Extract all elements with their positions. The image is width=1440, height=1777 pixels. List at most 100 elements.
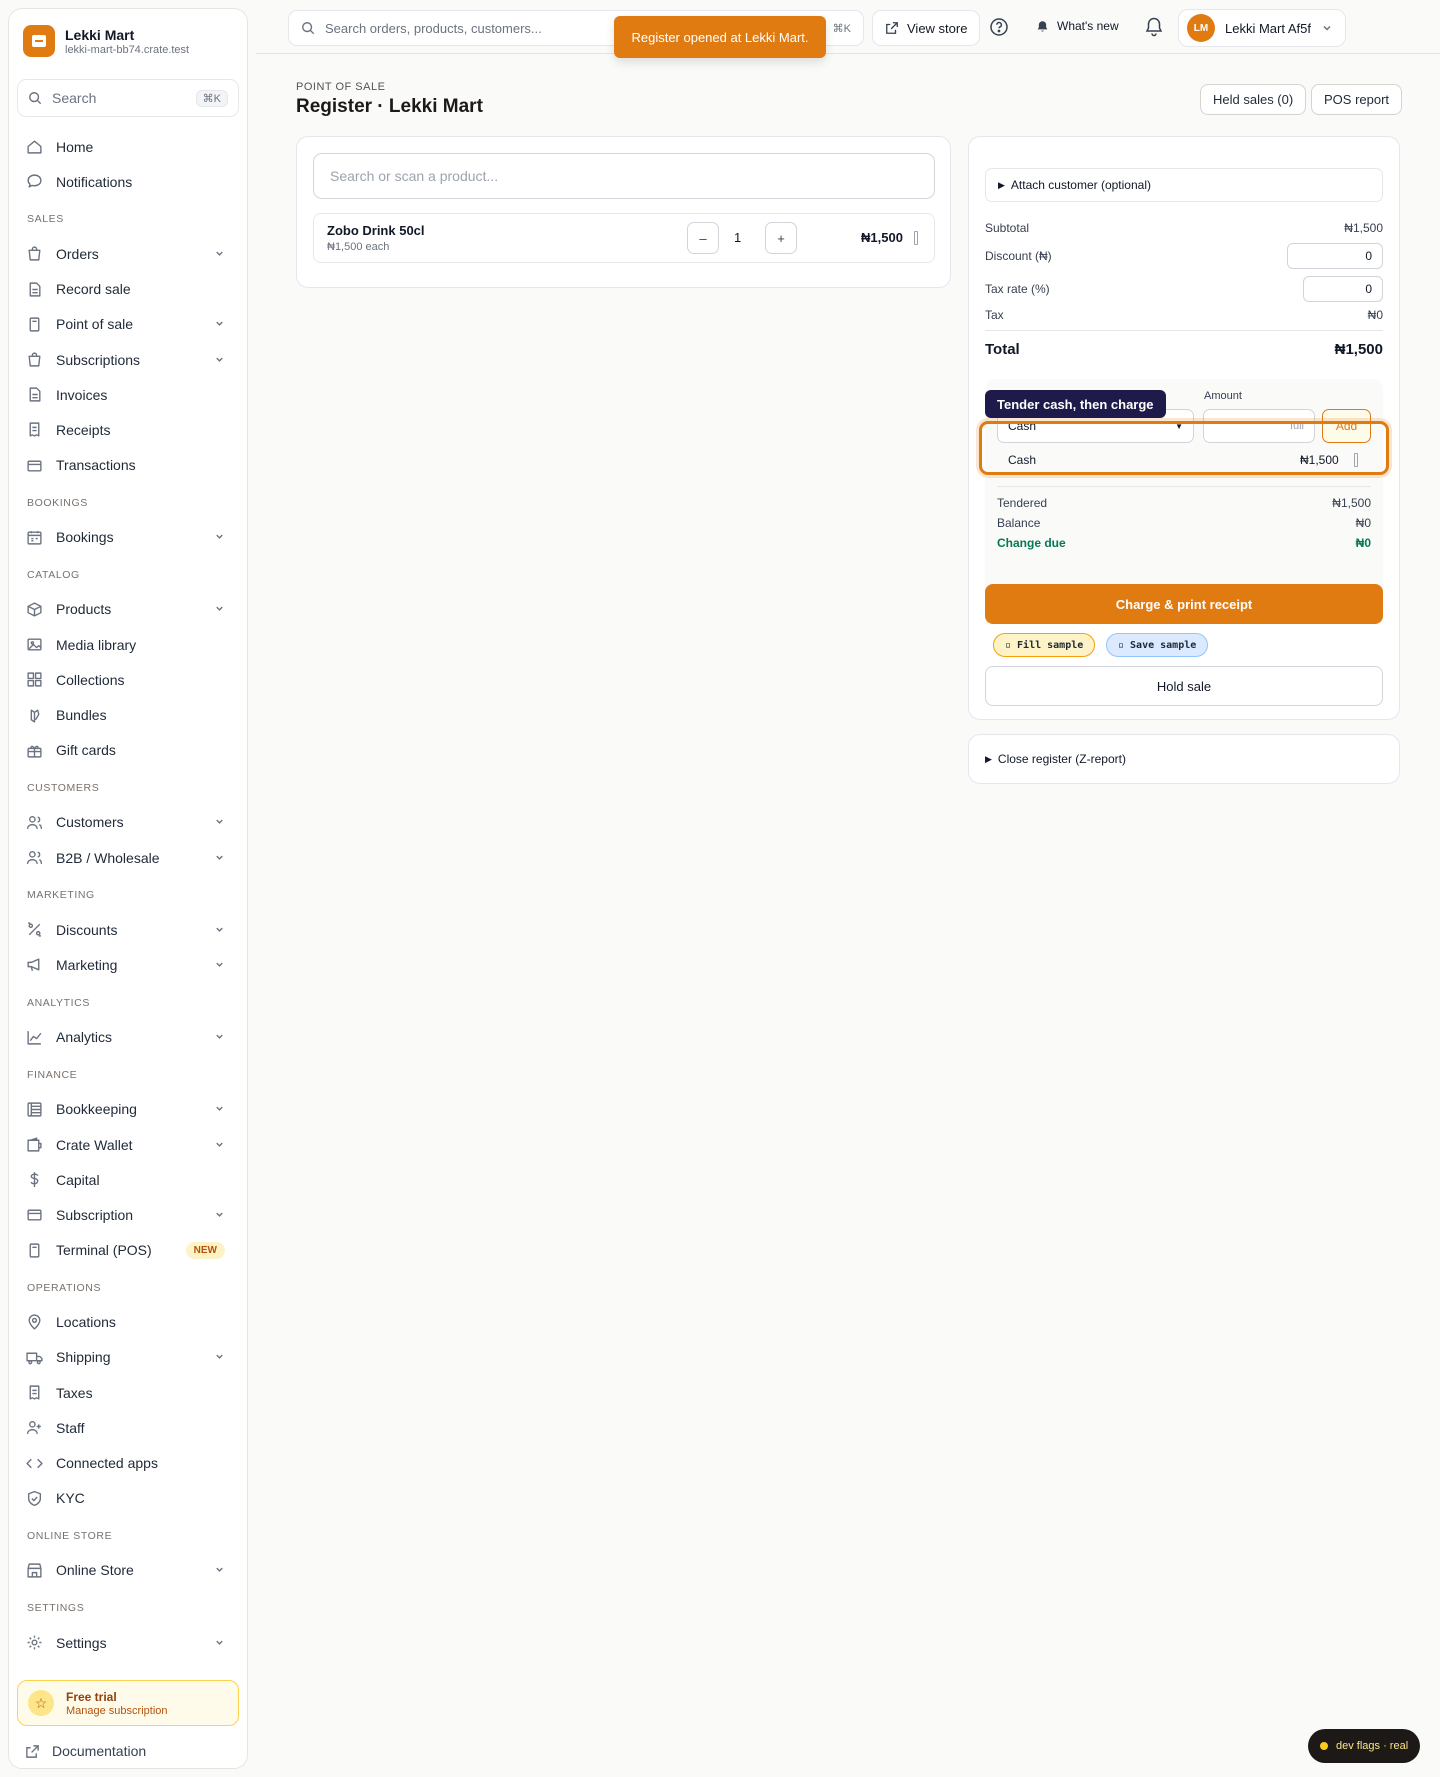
- sidebar-item-kyc[interactable]: KYC: [17, 1481, 239, 1516]
- chevron-down-icon[interactable]: [214, 1137, 225, 1153]
- sidebar-section-operations: OPERATIONS: [27, 1281, 102, 1294]
- sidebar-item-locations[interactable]: Locations: [17, 1305, 239, 1340]
- sidebar-item-transactions[interactable]: Transactions: [17, 448, 239, 483]
- remove-line-icon[interactable]: [914, 231, 918, 245]
- chevron-down-icon[interactable]: [214, 957, 225, 973]
- bell-filled-icon: [1037, 20, 1048, 32]
- free-trial-banner[interactable]: ☆ Free trial Manage subscription: [17, 1680, 239, 1726]
- sidebar-item-online-store[interactable]: Online Store: [17, 1553, 239, 1588]
- sidebar-item-b2b-wholesale[interactable]: B2B / Wholesale: [17, 840, 239, 875]
- sidebar-item-products[interactable]: Products: [17, 592, 239, 627]
- sidebar-item-marketing[interactable]: Marketing: [17, 947, 239, 982]
- sidebar-item-bundles[interactable]: Bundles: [17, 697, 239, 732]
- chevron-down-icon[interactable]: [214, 1207, 225, 1223]
- sidebar-item-settings[interactable]: Settings: [17, 1625, 239, 1660]
- card-icon: [25, 456, 43, 474]
- chevron-down-icon[interactable]: [214, 1562, 225, 1578]
- held-sales-button[interactable]: Held sales (0): [1200, 84, 1307, 115]
- tender-amount-input[interactable]: full: [1203, 409, 1315, 443]
- sidebar-item-receipts[interactable]: Receipts: [17, 412, 239, 447]
- sidebar-item-terminal-pos[interactable]: Terminal (POS) NEW: [17, 1233, 239, 1268]
- storefront-icon: [25, 1561, 43, 1579]
- sidebar-item-home[interactable]: Home: [17, 129, 239, 164]
- sidebar-item-label: B2B / Wholesale: [56, 849, 160, 866]
- sidebar-item-media-library[interactable]: Media library: [17, 627, 239, 662]
- chevron-down-icon[interactable]: [214, 1635, 225, 1651]
- help-icon[interactable]: [989, 17, 1009, 40]
- attach-customer-toggle[interactable]: ▶ Attach customer (optional): [985, 168, 1383, 202]
- product-scan-input[interactable]: Search or scan a product...: [313, 153, 935, 199]
- cube-icon: [25, 600, 43, 618]
- chevron-down-icon[interactable]: [214, 814, 225, 830]
- sidebar-item-record-sale[interactable]: Record sale: [17, 272, 239, 307]
- manage-subscription-link[interactable]: Manage subscription: [66, 1705, 168, 1717]
- sidebar-item-notifications[interactable]: Notifications: [17, 164, 239, 199]
- dev-flags-pill[interactable]: dev flags · real: [1308, 1729, 1421, 1763]
- view-store-button[interactable]: View store: [872, 10, 981, 46]
- new-badge: NEW: [185, 1241, 225, 1259]
- sidebar-item-subscription[interactable]: Subscription: [17, 1197, 239, 1232]
- sidebar-item-invoices[interactable]: Invoices: [17, 377, 239, 412]
- sidebar-item-staff[interactable]: Staff: [17, 1410, 239, 1445]
- shield-icon: [25, 1489, 43, 1507]
- sidebar-item-subscriptions[interactable]: Subscriptions: [17, 342, 239, 377]
- calendar-icon: [25, 528, 43, 546]
- dollar-icon: [25, 1171, 43, 1189]
- sidebar-search[interactable]: Search ⌘K: [17, 79, 239, 117]
- sidebar-item-connected-apps[interactable]: Connected apps: [17, 1445, 239, 1480]
- sidebar-item-shipping[interactable]: Shipping: [17, 1340, 239, 1375]
- sidebar-item-point-of-sale[interactable]: Point of sale: [17, 307, 239, 342]
- sidebar-item-discounts[interactable]: Discounts: [17, 912, 239, 947]
- sidebar-item-taxes[interactable]: Taxes: [17, 1375, 239, 1410]
- charge-print-receipt-button[interactable]: Charge & print receipt: [985, 584, 1383, 624]
- view-store-label: View store: [907, 20, 968, 36]
- bundle-icon: [25, 706, 43, 724]
- chevron-down-icon[interactable]: [214, 1349, 225, 1365]
- add-tender-button[interactable]: Add: [1322, 409, 1371, 443]
- caret-right-icon: ▶: [998, 179, 1005, 190]
- chevron-down-icon[interactable]: [214, 922, 225, 938]
- discount-input[interactable]: 0: [1287, 243, 1383, 269]
- sidebar-item-label: Settings: [56, 1634, 107, 1651]
- sidebar-item-bookkeeping[interactable]: Bookkeeping: [17, 1092, 239, 1127]
- chevron-down-icon[interactable]: [214, 1101, 225, 1117]
- quantity-increase-button[interactable]: +: [765, 222, 797, 254]
- chevron-down-icon[interactable]: [214, 316, 225, 332]
- quantity-decrease-button[interactable]: –: [687, 222, 719, 254]
- map-pin-icon: [25, 1313, 43, 1331]
- sidebar-item-label: Marketing: [56, 956, 118, 973]
- sidebar-section-analytics: ANALYTICS: [27, 996, 90, 1009]
- sidebar-item-label: Orders: [56, 245, 99, 262]
- notifications-bell-icon[interactable]: [1144, 16, 1164, 41]
- chevron-down-icon[interactable]: [214, 1029, 225, 1045]
- sidebar-item-label: Point of sale: [56, 316, 134, 333]
- hold-sale-button[interactable]: Hold sale: [985, 666, 1383, 706]
- whats-new-button[interactable]: What's new: [1036, 19, 1119, 33]
- fill-sample-button[interactable]: ▫ Fill sample: [993, 633, 1096, 657]
- close-register-toggle[interactable]: ▶ Close register (Z-report): [968, 734, 1400, 784]
- sidebar-item-crate-wallet[interactable]: Crate Wallet: [17, 1127, 239, 1162]
- account-menu[interactable]: LM Lekki Mart Af5f: [1178, 9, 1346, 47]
- sidebar-item-analytics[interactable]: Analytics: [17, 1020, 239, 1055]
- sidebar-item-capital[interactable]: Capital: [17, 1162, 239, 1197]
- card-icon: [25, 1206, 43, 1224]
- user-plus-icon: [25, 1419, 43, 1437]
- chevron-down-icon[interactable]: [214, 601, 225, 617]
- documentation-link[interactable]: Documentation: [25, 1743, 146, 1759]
- store-switcher[interactable]: Lekki Mart lekki-mart-bb74.crate.test: [9, 9, 247, 67]
- sidebar-item-orders[interactable]: Orders: [17, 236, 239, 271]
- tax-rate-input[interactable]: 0: [1303, 276, 1383, 302]
- sidebar-item-bookings[interactable]: Bookings: [17, 520, 239, 555]
- sidebar-section-finance: FINANCE: [27, 1068, 78, 1081]
- receipt-icon: [25, 421, 43, 439]
- remove-tender-icon[interactable]: [1354, 453, 1358, 467]
- save-sample-button[interactable]: ▫ Save sample: [1106, 633, 1209, 657]
- sidebar-item-collections[interactable]: Collections: [17, 662, 239, 697]
- chevron-down-icon[interactable]: [214, 529, 225, 545]
- chevron-down-icon[interactable]: [214, 246, 225, 262]
- pos-report-button[interactable]: POS report: [1311, 84, 1403, 115]
- chevron-down-icon[interactable]: [214, 352, 225, 368]
- chevron-down-icon[interactable]: [214, 850, 225, 866]
- sidebar-item-customers[interactable]: Customers: [17, 805, 239, 840]
- sidebar-item-gift-cards[interactable]: Gift cards: [17, 733, 239, 768]
